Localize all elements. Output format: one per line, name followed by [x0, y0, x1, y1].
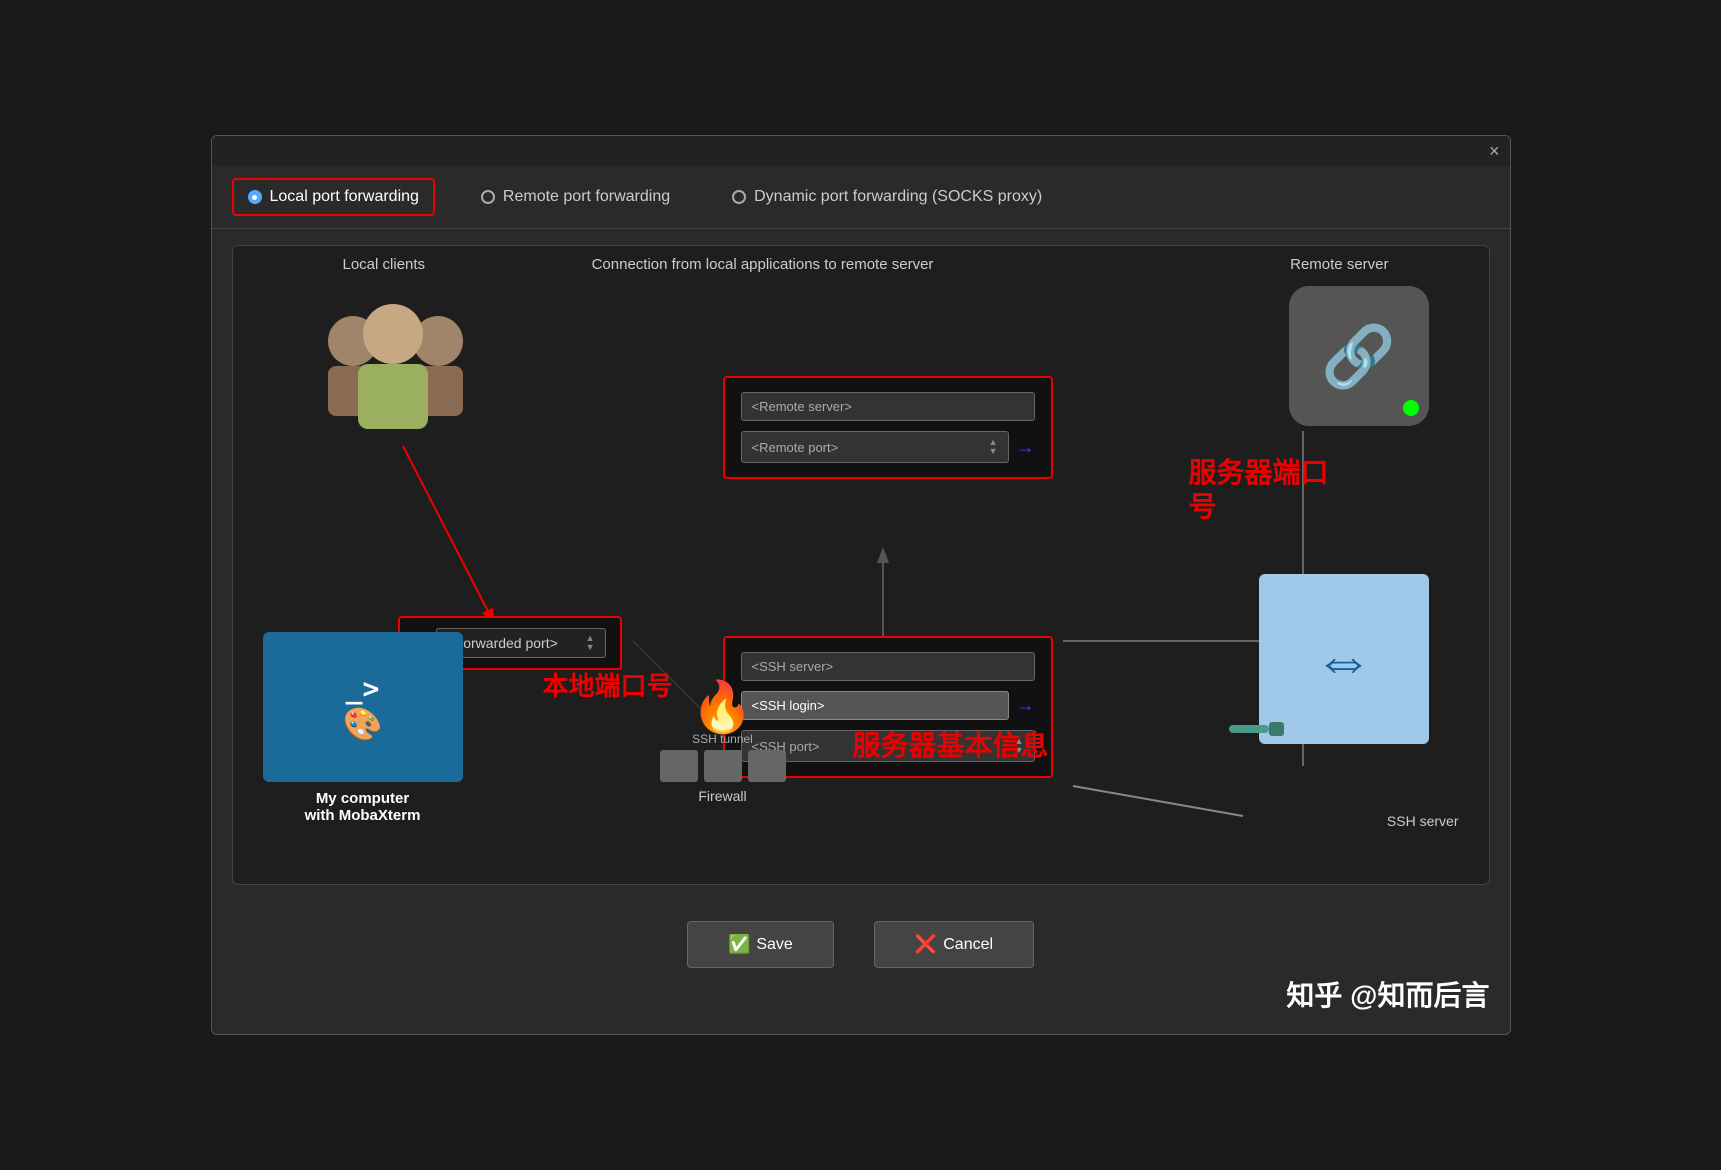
save-label: Save: [756, 936, 792, 954]
tab-dynamic-label: Dynamic port forwarding (SOCKS proxy): [754, 188, 1042, 206]
watermark: 知乎 @知而后言: [1286, 974, 1489, 1014]
annotation-server-info: 服务器基本信息: [853, 724, 1049, 764]
server-shape: 🔗: [1289, 286, 1429, 426]
firewall-block-1: [660, 750, 698, 782]
arrow-right-ssh-icon: →: [1017, 695, 1035, 716]
flame-icon: 🔥: [653, 682, 793, 732]
computer-screen: _> 🎨: [263, 632, 463, 782]
remote-server-row: <Remote server>: [741, 392, 1035, 421]
remote-config-box: <Remote server> <Remote port> ▲▼ →: [723, 376, 1053, 479]
diagram-area: Local clients Connection from local appl…: [232, 245, 1490, 885]
firewall-block-3: [748, 750, 786, 782]
tab-dynamic[interactable]: Dynamic port forwarding (SOCKS proxy): [716, 178, 1058, 216]
remote-server-input[interactable]: <Remote server>: [741, 392, 1035, 421]
label-remote-server: Remote server: [1290, 256, 1388, 273]
remote-port-row: <Remote port> ▲▼ →: [741, 431, 1035, 463]
my-computer: _> 🎨 My computer with MobaXterm: [263, 632, 463, 824]
x-icon: ❌: [915, 934, 937, 955]
green-status-dot: [1403, 400, 1419, 416]
main-dialog: × Local port forwarding Remote port forw…: [211, 135, 1511, 1035]
annotation-server-port: 服务器端口号: [1188, 456, 1328, 523]
port-stepper[interactable]: ▲▼: [586, 634, 595, 652]
ssh-server-input[interactable]: <SSH server>: [741, 652, 1035, 681]
ssh-server-row: <SSH server>: [741, 652, 1035, 681]
radio-local: [248, 190, 262, 204]
cable-svg: [1229, 719, 1289, 739]
ssh-server-area: ⇔ SSH server: [1387, 807, 1459, 829]
remote-port-stepper[interactable]: ▲▼: [989, 438, 998, 456]
radio-remote: [481, 190, 495, 204]
tab-bar: Local port forwarding Remote port forwar…: [212, 166, 1510, 229]
save-button[interactable]: ✅ Save: [687, 921, 834, 968]
tab-remote-label: Remote port forwarding: [503, 188, 670, 206]
tab-local-label: Local port forwarding: [270, 188, 419, 206]
bottom-bar: ✅ Save ❌ Cancel 知乎 @知而后言: [212, 901, 1510, 988]
cancel-button[interactable]: ❌ Cancel: [874, 921, 1034, 968]
ssh-server-label: SSH server: [1387, 813, 1459, 829]
local-clients-icon: [293, 286, 473, 446]
tab-remote[interactable]: Remote port forwarding: [465, 178, 686, 216]
firewall-blocks: [653, 750, 793, 782]
cancel-label: Cancel: [943, 936, 993, 954]
title-bar: ×: [212, 136, 1510, 166]
people-svg: [293, 286, 493, 446]
remote-port-input[interactable]: <Remote port> ▲▼: [741, 431, 1009, 463]
cable-connector: [1229, 719, 1289, 744]
close-button[interactable]: ×: [1489, 142, 1500, 160]
chain-link-icon: 🔗: [1321, 321, 1396, 392]
remote-server-icon: 🔗: [1279, 286, 1439, 426]
arrow-right-icon: →: [1017, 437, 1035, 458]
firewall-area: 🔥 SSH tunnel Firewall: [653, 682, 793, 804]
firewall-label: Firewall: [653, 788, 793, 804]
label-local-clients: Local clients: [343, 256, 426, 273]
computer-label: My computer with MobaXterm: [263, 790, 463, 824]
label-connection: Connection from local applications to re…: [553, 256, 973, 273]
tab-local[interactable]: Local port forwarding: [232, 178, 435, 216]
radio-dynamic: [732, 190, 746, 204]
firewall-block-2: [704, 750, 742, 782]
arrows-icon: ⇔: [1314, 625, 1374, 694]
check-icon: ✅: [728, 934, 750, 955]
ssh-tunnel-label: SSH tunnel: [653, 732, 793, 746]
